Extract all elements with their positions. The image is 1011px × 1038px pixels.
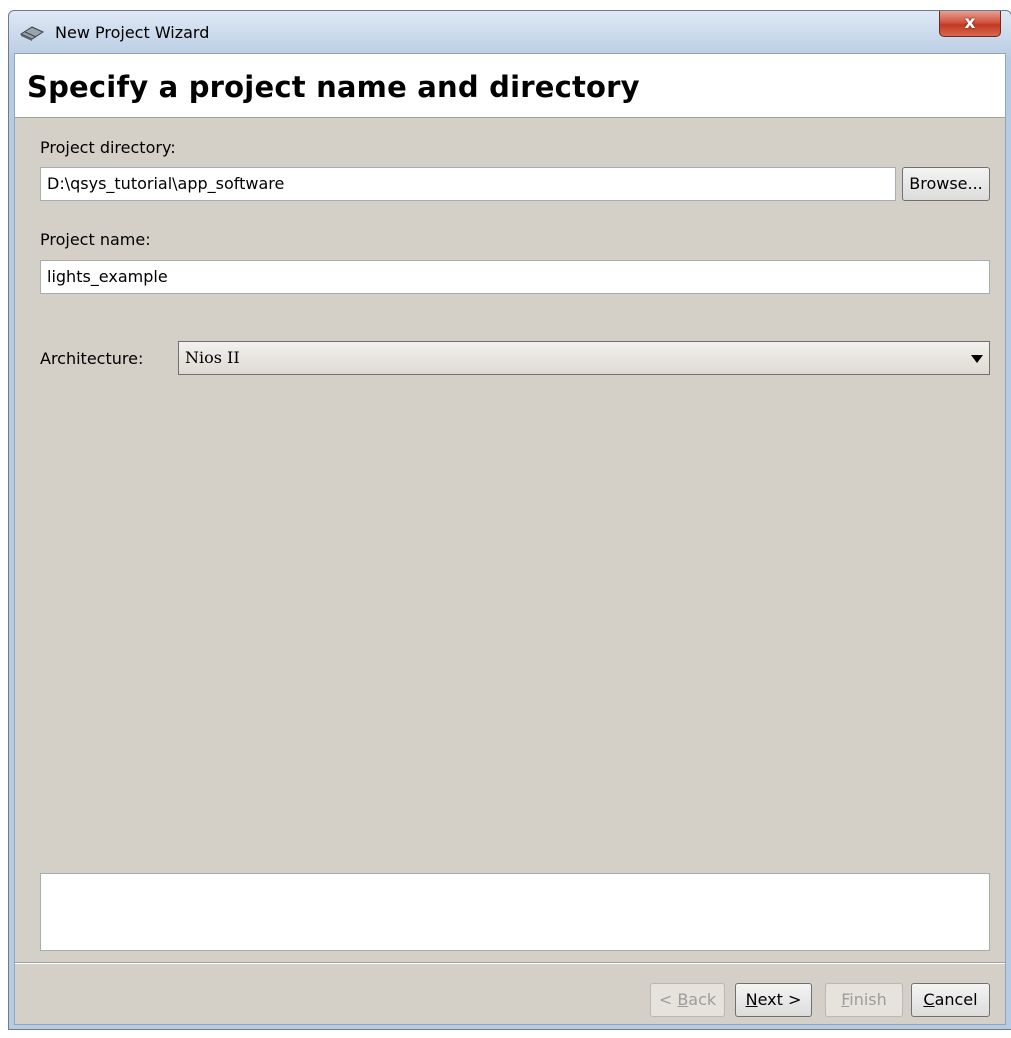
next-button-rest: ext > [757,990,802,1009]
footer-separator [15,962,1005,964]
close-icon: x [964,13,976,33]
architecture-select[interactable]: Nios II [178,341,990,375]
project-directory-label: Project directory: [40,138,176,157]
next-button[interactable]: Next > [735,983,812,1017]
cancel-button-mnemonic: C [923,990,935,1009]
finish-button-rest: inish [849,990,887,1009]
dropdown-arrow-icon [971,355,983,363]
message-area [40,873,990,951]
project-name-label: Project name: [40,230,151,249]
close-button[interactable]: x [939,11,1001,37]
browse-button[interactable]: Browse... [902,167,990,201]
chip-icon [19,25,45,41]
cancel-button-rest: ancel [934,990,978,1009]
back-button-mnemonic: B [677,990,689,1009]
back-button-prefix: < [658,990,678,1009]
page-title: Specify a project name and directory [27,70,640,104]
header-banner: Specify a project name and directory [15,54,1005,118]
back-button-rest: ack [688,990,717,1009]
finish-button[interactable]: Finish [825,983,903,1017]
cancel-button[interactable]: Cancel [911,983,990,1017]
architecture-selected-value: Nios II [185,348,240,367]
architecture-label: Architecture: [40,349,144,368]
title-bar[interactable]: New Project Wizard x [9,11,1011,55]
project-name-input[interactable]: lights_example [40,260,990,294]
dialog-content: Specify a project name and directory Pro… [14,53,1006,1025]
window-title: New Project Wizard [55,23,210,42]
new-project-wizard-window: New Project Wizard x Specify a project n… [8,10,1011,1030]
back-button[interactable]: < Back [650,983,725,1017]
next-button-mnemonic: N [745,990,758,1009]
project-directory-input[interactable]: D:\qsys_tutorial\app_software [40,167,896,201]
